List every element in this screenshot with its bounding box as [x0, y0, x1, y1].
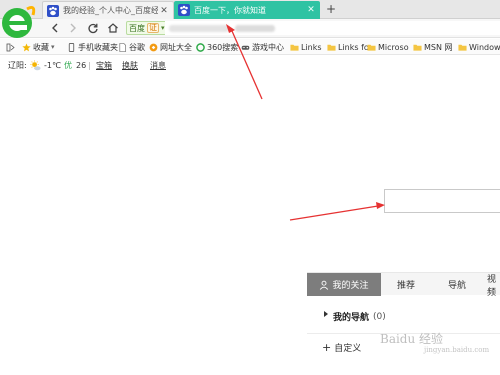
weather-temperature: -1℃	[44, 61, 61, 70]
my-navigation-count: (0)	[373, 311, 386, 322]
bookmark-folder-microsoft[interactable]: Microso	[367, 41, 409, 53]
annotation-arrow-2	[289, 205, 379, 221]
new-tab-button[interactable]: +	[325, 2, 337, 16]
expand-triangle-icon[interactable]	[324, 311, 328, 317]
my-navigation-title: 我的导航	[333, 313, 370, 323]
info-bar: 辽阳: -1℃ 优 26 | 宝箱 换肤 消息	[0, 56, 500, 74]
tab-navigation[interactable]: 导航	[437, 273, 477, 296]
tab-baidu-home[interactable]: 百度一下，你就知道 ✕	[174, 1, 320, 19]
watermark-url: jingyan.baidu.com	[424, 346, 490, 354]
site-name: 百度	[129, 23, 145, 33]
close-icon[interactable]: ✕	[158, 6, 170, 16]
close-icon[interactable]: ✕	[305, 5, 317, 15]
folder-icon	[458, 43, 467, 52]
refresh-icon[interactable]	[86, 21, 100, 35]
bookmark-mobile[interactable]: 手机收藏夹	[67, 41, 118, 53]
back-icon[interactable]	[48, 21, 62, 35]
tab-video[interactable]: 视频	[487, 273, 500, 297]
bookmark-folder-links[interactable]: Links	[290, 41, 322, 53]
messages-link[interactable]: 消息	[150, 60, 166, 71]
bookmark-web-directory[interactable]: 网址大全	[149, 41, 192, 53]
person-icon	[320, 280, 329, 290]
air-quality-label: 优	[64, 61, 72, 70]
chevron-down-icon: ▾	[161, 24, 165, 32]
baidu-paw-icon	[178, 4, 190, 16]
blurred-url	[169, 25, 229, 32]
bookmark-folder-windows[interactable]: Window	[458, 41, 500, 53]
weather-sun-icon	[30, 60, 41, 71]
bookmarks-bar: 收藏 ▾ 手机收藏夹 谷歌 网址大全 360搜索 游戏中心 Links Link…	[0, 39, 500, 55]
my-navigation-section: 我的导航 (0)	[307, 296, 500, 334]
folder-icon	[327, 43, 336, 52]
tab-label: 视频	[487, 274, 497, 297]
folder-icon	[290, 43, 299, 52]
customize-button[interactable]: + 自定义	[322, 341, 361, 354]
tab-recommend[interactable]: 推荐	[385, 273, 427, 296]
bookmark-folder-msn[interactable]: MSN 网	[413, 41, 453, 53]
web-icon	[149, 43, 158, 52]
home-icon[interactable]	[106, 21, 120, 35]
tab-my-experience[interactable]: 我的经验_个人中心_百度经验 ✕	[42, 1, 174, 19]
customize-label: 自定义	[334, 344, 362, 354]
bookmark-folder-links-for[interactable]: Links fo	[327, 41, 369, 53]
address-bar[interactable]	[165, 21, 500, 35]
search-input[interactable]	[384, 189, 500, 213]
certificate-icon: 证	[147, 23, 159, 33]
content-panel-tabs: 我的关注 推荐 导航 视频	[307, 272, 500, 297]
tab-label: 导航	[447, 281, 466, 291]
tab-label: 推荐	[396, 281, 415, 291]
navigation-bar: 百度 证 ▾	[0, 19, 500, 38]
air-quality-value: 26	[76, 61, 87, 70]
game-icon	[241, 43, 250, 52]
my-navigation-header[interactable]: 我的导航 (0)	[333, 310, 386, 324]
bookmark-game-center[interactable]: 游戏中心	[241, 41, 284, 53]
blurred-url	[235, 25, 275, 32]
bookmark-360-search[interactable]: 360搜索	[196, 41, 238, 53]
plus-icon: +	[322, 341, 332, 354]
phone-icon	[67, 42, 76, 52]
folder-icon	[367, 43, 376, 52]
watermark-main: Baidu 经验	[380, 332, 444, 346]
treasure-box-link[interactable]: 宝箱	[96, 60, 112, 71]
360-icon	[196, 42, 205, 52]
tab-label: 我的经验_个人中心_百度经验	[63, 6, 158, 15]
tab-label: 我的关注	[332, 281, 369, 291]
page-icon	[118, 42, 127, 52]
weather-city: 辽阳:	[8, 61, 27, 70]
browser-logo-icon[interactable]	[0, 0, 38, 52]
separator: |	[88, 61, 91, 70]
tab-label: 百度一下，你就知道	[194, 5, 266, 15]
watermark: Baidu 经验 jingyan.baidu.com	[380, 330, 489, 354]
forward-icon[interactable]	[66, 21, 80, 35]
baidu-paw-icon	[47, 4, 59, 17]
bookmark-google[interactable]: 谷歌	[118, 41, 145, 53]
tab-strip: 我的经验_个人中心_百度经验 ✕ 百度一下，你就知道 ✕ +	[0, 0, 500, 19]
folder-icon	[413, 43, 422, 52]
tab-my-follows[interactable]: 我的关注	[307, 273, 381, 296]
site-identity-badge[interactable]: 百度 证 ▾	[126, 21, 168, 35]
change-skin-link[interactable]: 换肤	[122, 60, 138, 71]
chevron-down-icon: ▾	[51, 43, 55, 51]
